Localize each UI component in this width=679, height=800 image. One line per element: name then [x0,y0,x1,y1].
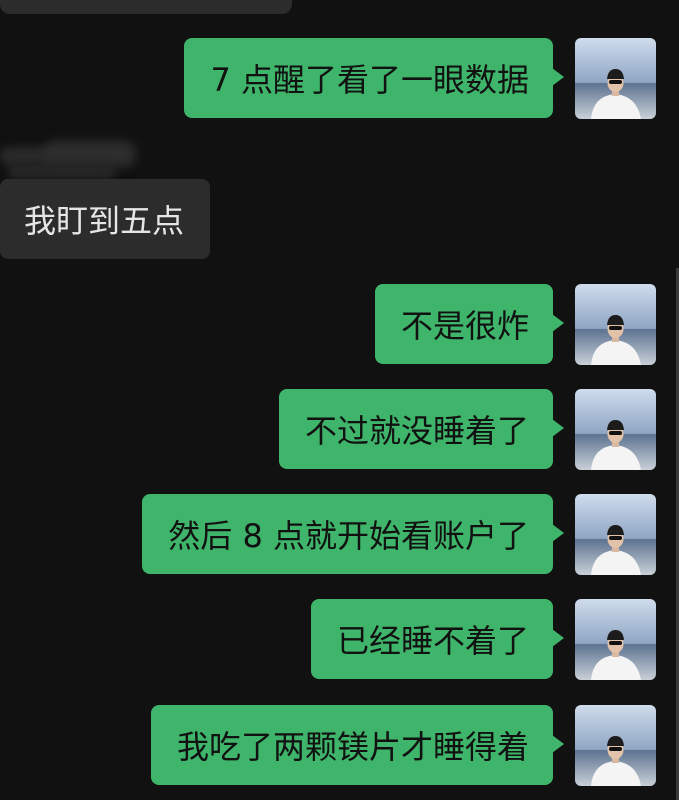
avatar[interactable] [575,389,656,470]
message-text: 我吃了两颗镁片才睡得着 [176,728,529,766]
message-text: 已经睡不着了 [336,622,529,660]
avatar[interactable] [575,38,656,119]
avatar-photo-icon [575,705,656,786]
avatar[interactable] [575,494,656,575]
message-bubble-outgoing[interactable]: 不是很炸 [374,284,565,364]
message-text: 7 点醒了看了一眼数据 [210,61,529,99]
message-bubble-outgoing[interactable]: 7 点醒了看了一眼数据 [184,38,564,118]
avatar-photo-icon [575,494,656,575]
sender-name-redacted [0,139,140,183]
chat-screen: 7 点醒了看了一眼数据 我盯到五点 不是很炸 不过就没睡着了 然后 8 点就开始… [0,0,679,800]
message-bubble-outgoing[interactable]: 然后 8 点就开始看账户了 [142,494,564,574]
message-bubble-outgoing[interactable]: 我吃了两颗镁片才睡得着 [150,705,565,785]
message-bubble-incoming[interactable]: 我盯到五点 [0,179,211,259]
message-text: 然后 8 点就开始看账户了 [168,517,529,555]
avatar-photo-icon [575,284,656,365]
message-text: 我盯到五点 [24,202,185,240]
avatar[interactable] [575,599,656,680]
avatar-photo-icon [575,599,656,680]
message-bubble-outgoing[interactable]: 不过就没睡着了 [278,389,565,469]
avatar[interactable] [575,284,656,365]
previous-message-bubble[interactable] [0,0,292,14]
message-text: 不是很炸 [400,307,529,345]
avatar-photo-icon [575,389,656,470]
message-text: 不过就没睡着了 [304,412,529,450]
avatar-photo-icon [575,38,656,119]
avatar[interactable] [575,705,656,786]
message-bubble-outgoing[interactable]: 已经睡不着了 [310,599,565,679]
